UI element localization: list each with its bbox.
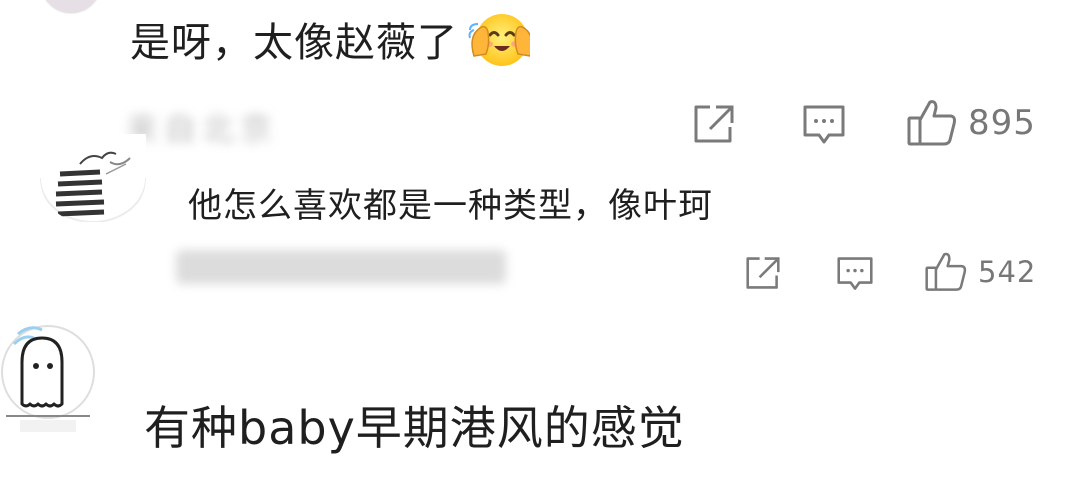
like-count-2: 542 bbox=[978, 255, 1037, 289]
share-icon bbox=[694, 105, 734, 143]
avatar-comment-3[interactable] bbox=[0, 304, 96, 440]
thumbs-up-icon bbox=[907, 100, 956, 146]
comment-2-meta bbox=[176, 250, 506, 284]
avatar-comment-2[interactable] bbox=[40, 134, 146, 222]
share-button[interactable] bbox=[692, 104, 736, 144]
like-count-1: 895 bbox=[968, 103, 1036, 143]
reply-button[interactable] bbox=[802, 104, 846, 146]
share-icon bbox=[746, 257, 780, 289]
comment-1-meta: 来自北京 bbox=[126, 110, 279, 148]
thumbs-up-icon bbox=[925, 252, 967, 291]
comment-1-text: 是呀，太像赵薇了 bbox=[130, 10, 533, 77]
comment-2-text: 他怎么喜欢都是一种类型，像叶珂 bbox=[188, 186, 713, 226]
share-button-2[interactable] bbox=[744, 256, 782, 290]
comment-icon bbox=[803, 105, 845, 144]
like-button-2[interactable]: 542 bbox=[924, 251, 1036, 293]
smiling-face-with-hand-over-mouth-emoji bbox=[466, 10, 533, 74]
avatar-comment-0[interactable] bbox=[40, 0, 102, 14]
reply-button-2[interactable] bbox=[836, 256, 874, 292]
comment-1-text-label: 是呀，太像赵薇了 bbox=[130, 20, 458, 66]
comment-3-text: 有种baby早期港风的感觉 bbox=[144, 401, 685, 455]
like-button-1[interactable]: 895 bbox=[906, 98, 1036, 148]
comment-icon bbox=[837, 257, 873, 290]
